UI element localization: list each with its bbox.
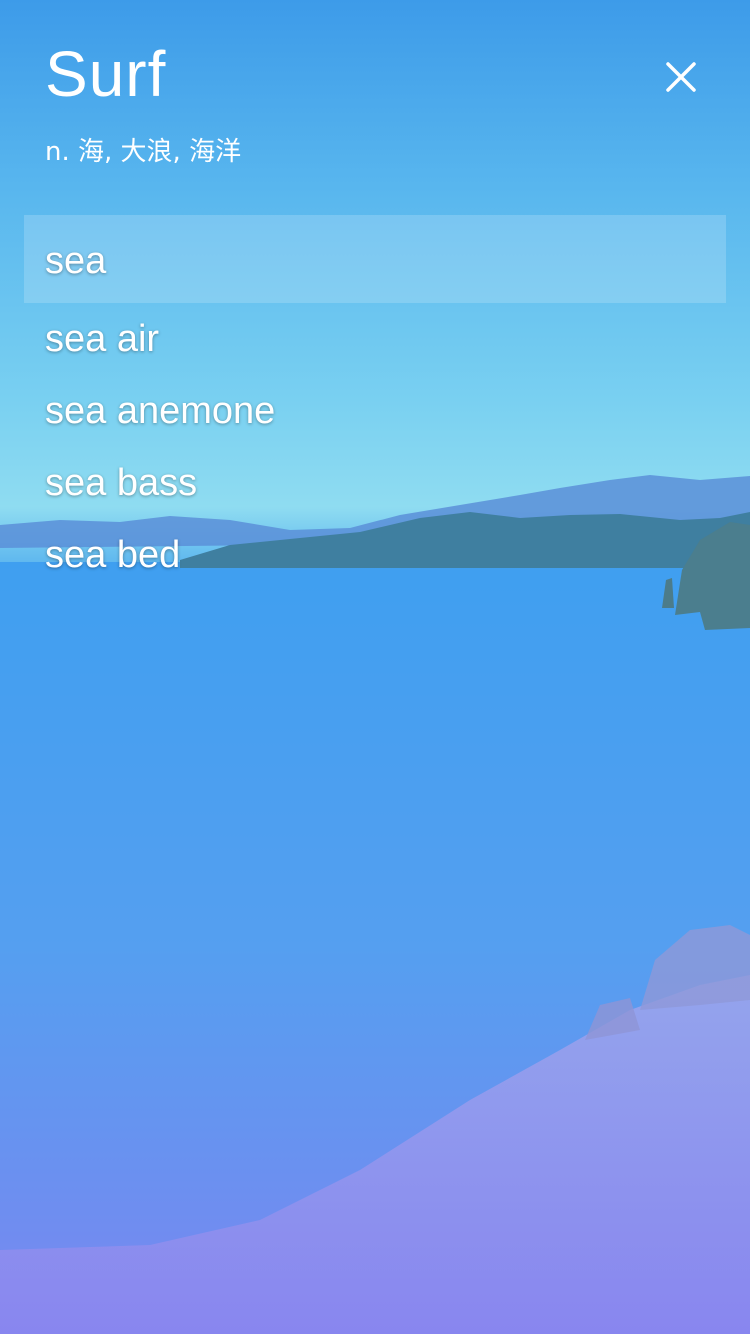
suggestion-item[interactable]: sea bbox=[24, 215, 726, 303]
suggestion-item[interactable]: sea bass bbox=[24, 447, 726, 519]
header: Surf bbox=[45, 38, 705, 110]
close-icon bbox=[666, 62, 696, 92]
word-definition: n. 海, 大浪, 海洋 bbox=[45, 137, 242, 167]
screen: Surf n. 海, 大浪, 海洋 sea sea air sea anemon… bbox=[0, 0, 750, 1334]
background-landscape bbox=[0, 475, 750, 1334]
word-title: Surf bbox=[45, 38, 167, 110]
suggestion-item[interactable]: sea anemone bbox=[24, 375, 726, 447]
suggestion-list: sea sea air sea anemone sea bass sea bed bbox=[24, 215, 726, 591]
close-button[interactable] bbox=[662, 58, 700, 96]
suggestion-item[interactable]: sea air bbox=[24, 303, 726, 375]
suggestion-item[interactable]: sea bed bbox=[24, 519, 726, 591]
